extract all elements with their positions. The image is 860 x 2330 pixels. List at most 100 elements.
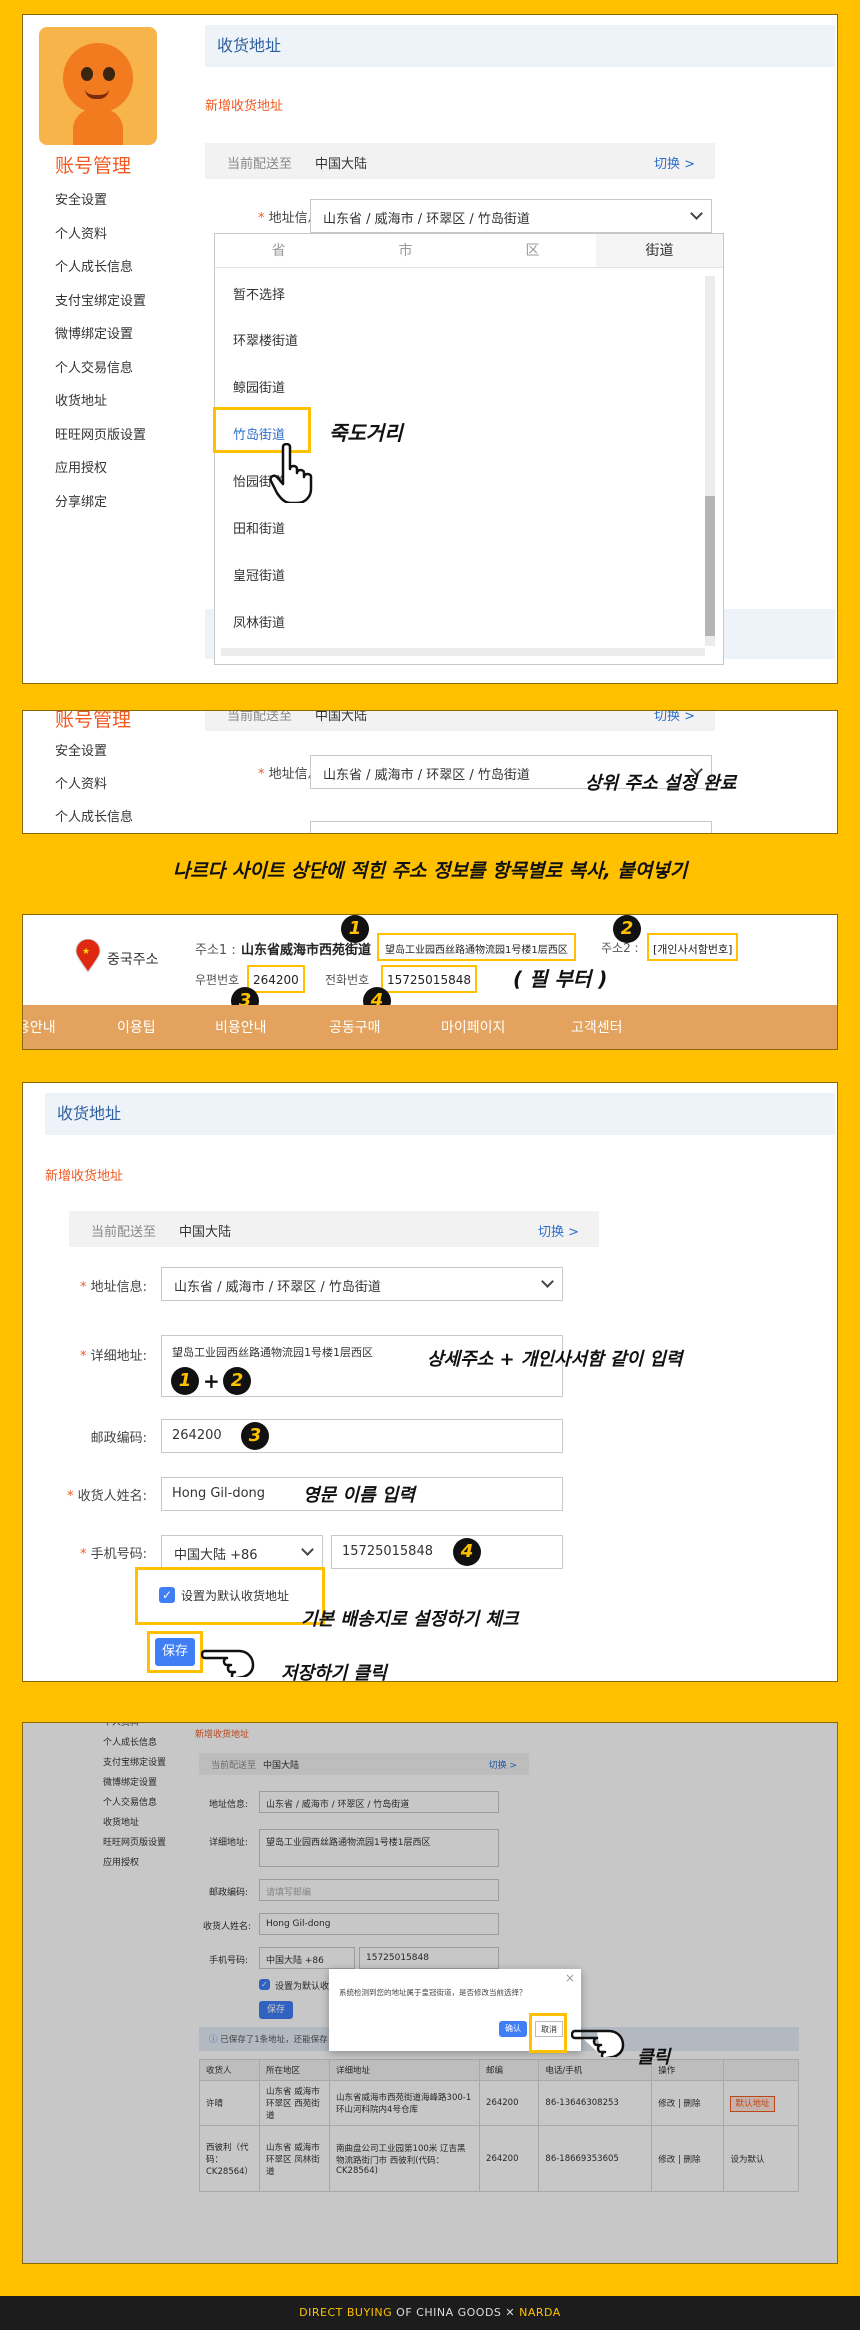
sidebar-item-weibo[interactable]: 微博绑定设置	[23, 318, 203, 352]
site-nav-bar: 용안내 이용팁 비용안내 공동구매 마이페이지 고객센터	[23, 1005, 837, 1049]
address-select[interactable]: 山东省 / 威海市 / 环翠区 / 竹岛街道	[310, 199, 712, 233]
sidebar-item-growth[interactable]: 个人成长信息	[23, 801, 133, 833]
street-option[interactable]: 鲸园街道	[233, 377, 285, 396]
sidebar-title: 账号管理	[55, 710, 132, 731]
sidebar-item-address[interactable]: 收货地址	[23, 385, 203, 419]
sidebar-item-alipay[interactable]: 支付宝绑定设置	[23, 285, 203, 319]
phone-input[interactable]: 15725015848	[331, 1535, 563, 1569]
page-title: 收货地址	[45, 1093, 835, 1135]
default-address-checkbox[interactable]: ✓	[159, 1587, 175, 1603]
nav-item-guide[interactable]: 용안내	[23, 1017, 56, 1037]
nav-item-support[interactable]: 고객센터	[571, 1017, 623, 1037]
chevron-down-icon	[690, 207, 703, 220]
address-select-value: 山东省 / 威海市 / 环翠区 / 竹岛街道	[174, 1280, 381, 1295]
annotation-note: 클릭	[637, 2047, 671, 2068]
hand-pointer-icon	[269, 443, 313, 503]
street-option[interactable]: 暂不选择	[233, 284, 285, 303]
screenshot-panel-3: ★ 중국주소 주소1 : 山东省威海市西苑街道 望岛工业园西丝路通物流园1号楼1…	[22, 914, 838, 1050]
nav-item-group-buy[interactable]: 공동구매	[329, 1017, 381, 1037]
street-option[interactable]: 皇冠街道	[233, 565, 285, 584]
highlight-box	[529, 2013, 567, 2053]
switch-link[interactable]: 切换 >	[654, 711, 695, 724]
sidebar: 账号管理 安全设置 个人资料 个人成长信息 支付宝绑定设置 微博绑定设置 个人交…	[23, 151, 203, 519]
annotation-note: 죽도거리	[329, 421, 403, 445]
new-address-link[interactable]: 新增收货地址	[205, 95, 283, 114]
address-label: * 地址信息:	[257, 767, 325, 782]
switch-link[interactable]: 切换 >	[654, 153, 695, 172]
zip-input[interactable]: 264200	[161, 1419, 563, 1453]
sidebar-title: 账号管理	[55, 155, 132, 177]
screenshot-panel-2: 账号管理 安全设置 个人资料 个人成长信息 当前配送至 中国大陆 切换 > * …	[22, 710, 838, 834]
address-label: * 地址信息:	[79, 1280, 147, 1295]
default-address-label: 设置为默认收货地址	[181, 1589, 290, 1603]
address1-label: 주소1 :	[195, 943, 236, 958]
sidebar-item-share[interactable]: 分享绑定	[23, 486, 203, 520]
new-address-link[interactable]: 新增收货地址	[45, 1165, 123, 1184]
save-button[interactable]: 保存	[155, 1638, 195, 1666]
footer-separator: ✕	[501, 2306, 520, 2319]
footer-bar: DIRECT BUYING OF CHINA GOODS ✕ NARDA	[0, 2296, 860, 2330]
address-label: * 地址信息:	[257, 211, 325, 226]
tab-province[interactable]: 省	[215, 234, 342, 268]
street-option[interactable]: 凤林街道	[233, 612, 285, 631]
step-badge-4: 4	[453, 1538, 481, 1566]
zip-label: 邮政编码:	[90, 1431, 147, 1446]
phone-country-select[interactable]: 中国大陆 +86	[161, 1535, 323, 1569]
current-destination-bar: 当前配送至 中国大陆 切换 >	[69, 1211, 599, 1247]
close-icon[interactable]: ×	[565, 1971, 575, 1985]
tab-street[interactable]: 街道	[596, 234, 723, 268]
screenshot-panel-1: 账号管理 安全设置 个人资料 个人成长信息 支付宝绑定设置 微博绑定设置 个人交…	[22, 14, 838, 684]
zip-value: 264200	[247, 965, 305, 993]
street-option[interactable]: 环翠楼街道	[233, 330, 298, 349]
annotation-note: 상세주소 + 개인사서함 같이 입력	[427, 1349, 683, 1370]
sidebar-item-auth[interactable]: 应用授权	[23, 452, 203, 486]
phone-value: 15725015848	[381, 965, 477, 993]
current-dest-value: 中国大陆	[315, 710, 368, 724]
dialog-message: 系统检测到您的地址属于皇冠街道，是否修改当前选择？	[339, 1988, 527, 1997]
current-destination-bar: 当前配送至 中国大陆 切换 >	[205, 143, 715, 179]
plus-sign: +	[203, 1369, 220, 1393]
sidebar-item-wangwang[interactable]: 旺旺网页版设置	[23, 419, 203, 453]
confirm-button[interactable]: 确认	[499, 2021, 527, 2037]
current-dest-value: 中国大陆	[179, 1225, 232, 1240]
scrollbar-horizontal[interactable]	[221, 648, 705, 656]
dropdown-scrollbar[interactable]	[705, 276, 715, 646]
footer-brand: NARDA	[519, 2306, 561, 2319]
tab-district[interactable]: 区	[469, 234, 596, 268]
sidebar-item-profile[interactable]: 个人资料	[23, 218, 203, 252]
screenshot-panel-5: 个人资料 个人成长信息 支付宝绑定设置 微博绑定设置 个人交易信息 收货地址 旺…	[22, 1722, 838, 2264]
address1-detail: 望岛工业园西丝路通物流园1号楼1层西区	[377, 933, 576, 961]
scroll-thumb[interactable]	[705, 496, 715, 636]
annotation-note: 상위 주소 설정 완료	[585, 773, 737, 794]
avatar	[39, 27, 157, 145]
address-select[interactable]: 山东省 / 威海市 / 环翠区 / 竹岛街道	[161, 1267, 563, 1301]
current-destination-bar: 当前配送至 中国大陆 切换 >	[205, 710, 715, 731]
footer-text-2: OF CHINA GOODS	[392, 2306, 502, 2319]
step-badge-1: 1	[341, 915, 369, 943]
current-dest-label: 当前配送至	[91, 1225, 157, 1240]
hand-pointer-icon	[571, 2029, 625, 2057]
phone-label: * 手机号码:	[79, 1547, 147, 1562]
sidebar-item-trade[interactable]: 个人交易信息	[23, 352, 203, 386]
country-label: 중국주소	[107, 952, 159, 968]
address-select-value: 山东省 / 威海市 / 环翠区 / 竹岛街道	[323, 768, 530, 783]
sidebar-item-profile[interactable]: 个人资料	[23, 768, 107, 802]
sidebar-item-growth[interactable]: 个人成长信息	[23, 251, 203, 285]
street-option[interactable]: 田和街道	[233, 518, 285, 537]
annotation-note: 영문 이름 입력	[303, 1485, 415, 1506]
switch-link[interactable]: 切换 >	[538, 1221, 579, 1240]
nav-item-tips[interactable]: 이용팁	[117, 1017, 156, 1037]
china-flag-pin-icon: ★	[75, 939, 101, 973]
nav-item-cost[interactable]: 비용안내	[215, 1017, 267, 1037]
sidebar-item-security[interactable]: 安全设置	[23, 184, 203, 218]
current-dest-label: 当前配送至	[227, 710, 293, 724]
sidebar-item-security[interactable]: 安全设置	[23, 735, 107, 769]
nav-item-mypage[interactable]: 마이페이지	[441, 1017, 505, 1037]
address-select-value: 山东省 / 威海市 / 环翠区 / 竹岛街道	[323, 212, 530, 227]
tab-city[interactable]: 市	[342, 234, 469, 268]
annotation-note: 저장하기 클릭	[281, 1663, 387, 1682]
footer-text-1: DIRECT BUYING	[299, 2306, 393, 2319]
page-title: 收货地址	[205, 25, 835, 67]
instruction-banner: 나르다 사이트 상단에 적힌 주소 정보를 항목별로 복사, 붙여넣기	[172, 860, 688, 882]
receiver-name-label: * 收货人姓名:	[66, 1489, 147, 1504]
